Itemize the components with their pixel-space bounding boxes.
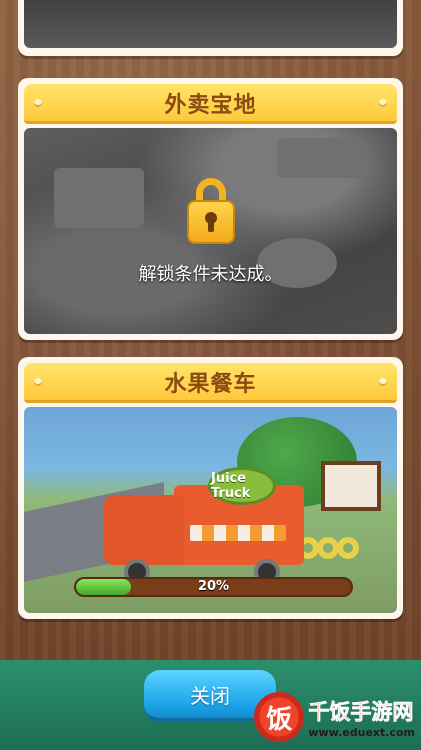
level-scene-grayscale: 解锁条件未达成。 [24,128,397,334]
level-scene-juice-truck: Juice Truck 20% [24,407,397,613]
progress-label: 20% [197,579,230,594]
juice-truck-icon: Juice Truck [104,467,304,585]
watermark-name: 千饭手游网 [308,699,414,724]
level-card-fruit-truck[interactable]: 水果餐车 Juice Truck 20% [18,357,403,619]
card-title: 水果餐车 [164,371,257,397]
banner-rivet-icon [379,377,387,386]
level-card-takeout[interactable]: 外卖宝地 解锁条件未达成。 [18,78,403,340]
watermark: 饭 千饭手游网 www.eduext.com [254,692,415,742]
banner-rivet-icon [34,98,42,107]
juice-sign: Juice Truck [208,467,276,505]
banner-rivet-icon [34,377,42,386]
watermark-url: www.eduext.com [308,725,415,739]
progress-bar: 20% [74,577,353,597]
bbq-sign-shape [277,138,367,178]
card-banner: 水果餐车 [24,363,397,403]
unlock-condition-text: 解锁条件未达成。 [138,264,283,285]
card-banner: 外卖宝地 [24,84,397,124]
level-scene-grayscale [24,0,397,48]
building-shape [54,168,144,228]
banner-rivet-icon [379,98,387,107]
lock-icon [186,178,235,244]
level-card-partial[interactable] [18,0,403,56]
watermark-logo: 饭 [254,692,305,742]
tire-stack-icon [297,537,367,567]
card-title: 外卖宝地 [164,92,257,118]
signboard-shape [321,461,381,511]
